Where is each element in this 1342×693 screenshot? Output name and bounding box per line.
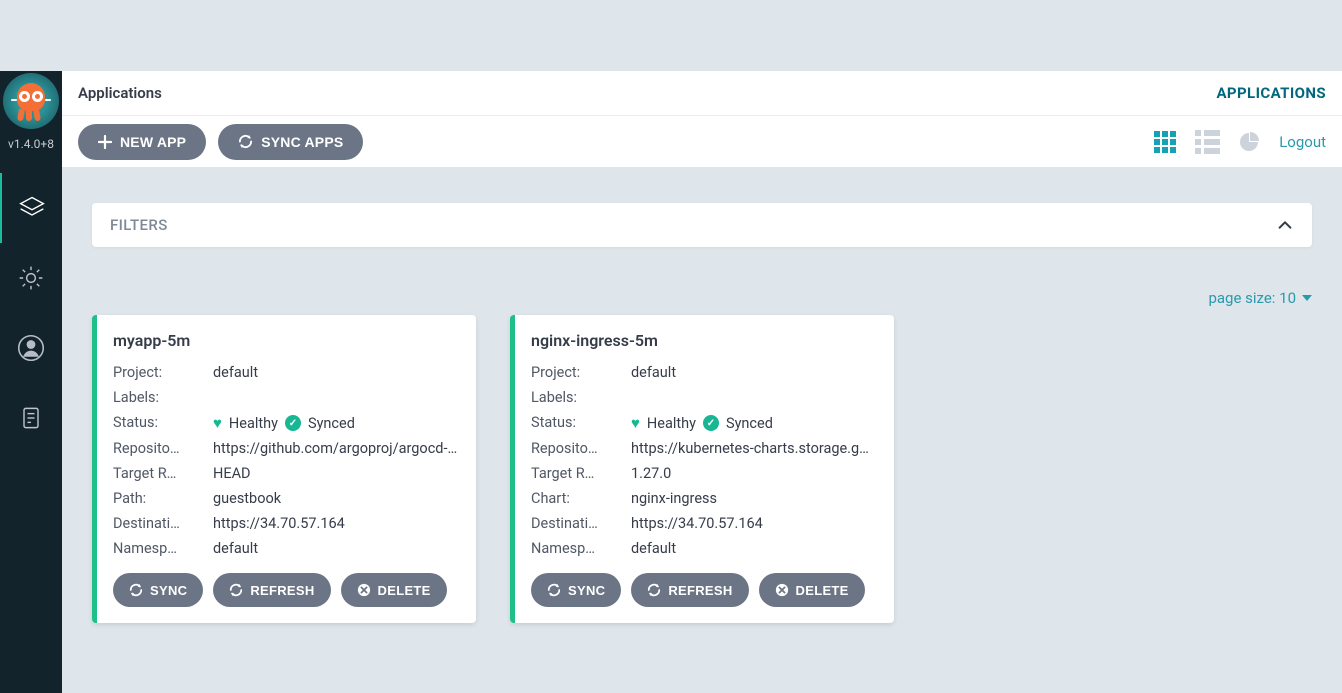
sync-icon — [547, 583, 561, 597]
delete-icon — [775, 583, 789, 597]
delete-button[interactable]: DELETE — [341, 573, 447, 607]
value-target-revision: HEAD — [213, 465, 458, 482]
delete-button[interactable]: DELETE — [759, 573, 865, 607]
page-title: Applications — [78, 84, 162, 102]
label-namespace: Namesp… — [113, 540, 213, 557]
logout-link[interactable]: Logout — [1279, 133, 1326, 151]
pie-chart-icon — [1237, 130, 1261, 154]
layers-icon — [18, 194, 46, 222]
label-target-revision: Target R… — [113, 465, 213, 482]
document-icon — [17, 404, 45, 432]
logo[interactable] — [3, 73, 59, 129]
label-project: Project: — [113, 364, 213, 381]
value-destination: https://34.70.57.164 — [213, 515, 458, 532]
value-namespace: default — [213, 540, 458, 557]
view-pie-button[interactable] — [1237, 130, 1261, 154]
filters-label: FILTERS — [110, 216, 168, 234]
delete-icon — [357, 583, 371, 597]
label-chart: Chart: — [531, 490, 631, 507]
grid-icon — [1154, 131, 1176, 153]
label-status: Status: — [531, 414, 631, 432]
sync-button[interactable]: SYNC — [113, 573, 203, 607]
value-project: default — [213, 364, 458, 381]
view-grid-button[interactable] — [1153, 130, 1177, 154]
label-repository: Reposito… — [113, 440, 213, 457]
application-card[interactable]: myapp-5mProject:defaultLabels:Status:♥He… — [92, 315, 476, 623]
value-labels — [631, 389, 876, 406]
sync-apps-button[interactable]: SYNC APPS — [218, 124, 363, 160]
label-target-revision: Target R… — [531, 465, 631, 482]
user-icon — [17, 334, 45, 362]
plus-icon — [98, 135, 112, 149]
list-icon — [1195, 130, 1220, 154]
value-chart: nginx-ingress — [631, 490, 876, 507]
refresh-icon — [229, 583, 243, 597]
label-path: Path: — [113, 490, 213, 507]
label-labels: Labels: — [531, 389, 631, 406]
app-name: nginx-ingress-5m — [531, 331, 876, 350]
refresh-button[interactable]: REFRESH — [631, 573, 748, 607]
value-repository: https://github.com/argoproj/argocd-exa… — [213, 440, 458, 457]
application-card[interactable]: nginx-ingress-5mProject:defaultLabels:St… — [510, 315, 894, 623]
version-label: v1.4.0+8 — [4, 137, 58, 151]
value-path: guestbook — [213, 490, 458, 507]
filters-toggle[interactable]: FILTERS — [92, 203, 1312, 247]
sync-button[interactable]: SYNC — [531, 573, 621, 607]
label-project: Project: — [531, 364, 631, 381]
sidebar-item-settings[interactable] — [0, 243, 62, 313]
sync-icon — [238, 134, 253, 149]
value-destination: https://34.70.57.164 — [631, 515, 876, 532]
label-destination: Destinati… — [531, 515, 631, 532]
sidebar-item-user[interactable] — [0, 313, 62, 383]
label-repository: Reposito… — [531, 440, 631, 457]
refresh-icon — [647, 583, 661, 597]
label-destination: Destinati… — [113, 515, 213, 532]
page-size-select[interactable]: page size: 10 — [1208, 289, 1312, 307]
refresh-button[interactable]: REFRESH — [213, 573, 330, 607]
page-size-label: page size: 10 — [1208, 289, 1296, 307]
label-labels: Labels: — [113, 389, 213, 406]
value-labels — [213, 389, 458, 406]
app-name: myapp-5m — [113, 331, 458, 350]
argo-octopus-icon — [11, 81, 51, 121]
value-project: default — [631, 364, 876, 381]
caret-down-icon — [1302, 295, 1312, 301]
new-app-label: NEW APP — [120, 134, 186, 150]
value-status: ♥Healthy✓Synced — [213, 414, 458, 432]
heart-icon: ♥ — [631, 414, 640, 432]
label-status: Status: — [113, 414, 213, 432]
gear-icon — [17, 264, 45, 292]
sidebar-item-applications[interactable] — [0, 173, 62, 243]
value-status: ♥Healthy✓Synced — [631, 414, 876, 432]
value-repository: https://kubernetes-charts.storage.googl… — [631, 440, 876, 457]
label-namespace: Namesp… — [531, 540, 631, 557]
header-applications-link[interactable]: APPLICATIONS — [1216, 84, 1326, 102]
sidebar: v1.4.0+8 — [0, 71, 62, 693]
value-namespace: default — [631, 540, 876, 557]
check-circle-icon: ✓ — [285, 415, 301, 431]
applications-list: myapp-5mProject:defaultLabels:Status:♥He… — [92, 315, 1312, 623]
top-spacer — [0, 0, 1342, 71]
check-circle-icon: ✓ — [703, 415, 719, 431]
header-bar: Applications APPLICATIONS — [62, 71, 1342, 115]
sidebar-item-docs[interactable] — [0, 383, 62, 453]
sync-apps-label: SYNC APPS — [261, 134, 343, 150]
sync-icon — [129, 583, 143, 597]
new-app-button[interactable]: NEW APP — [78, 124, 206, 160]
value-target-revision: 1.27.0 — [631, 465, 876, 482]
view-list-button[interactable] — [1195, 130, 1219, 154]
heart-icon: ♥ — [213, 414, 222, 432]
chevron-up-icon — [1276, 216, 1294, 234]
toolbar: NEW APP SYNC APPS — [62, 115, 1342, 167]
